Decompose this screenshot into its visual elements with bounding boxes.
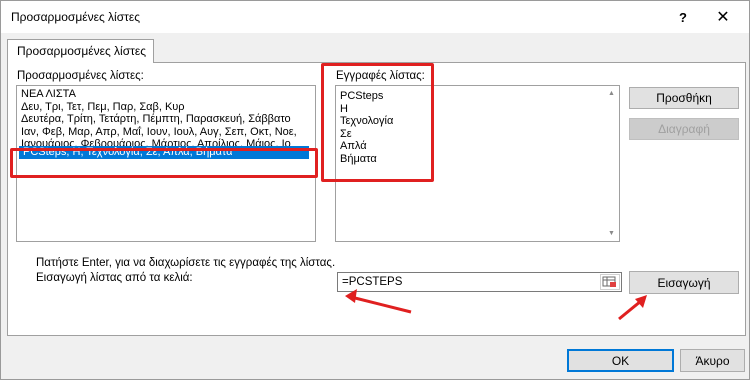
list-entries-scrollbar[interactable]: ▲ ▼ bbox=[604, 86, 619, 241]
add-button[interactable]: Προσθήκη bbox=[629, 87, 739, 109]
hint-text: Πατήστε Enter, για να διαχωρίσετε τις εγ… bbox=[36, 257, 336, 269]
chevron-down-icon[interactable]: ▼ bbox=[604, 226, 619, 241]
help-icon[interactable]: ? bbox=[665, 3, 701, 31]
list-entry: Βήματα bbox=[340, 152, 377, 165]
tab-panel: Προσαρμοσμένες λίστες: ΝΕΑ ΛΙΣΤΑ Δευ, Τρ… bbox=[7, 62, 746, 336]
range-select-icon[interactable] bbox=[600, 274, 620, 290]
list-item[interactable]: ΝΕΑ ΛΙΣΤΑ bbox=[17, 88, 315, 101]
import-range-input[interactable]: =PCSTEPS bbox=[337, 272, 622, 292]
custom-lists-label: Προσαρμοσμένες λίστες: bbox=[17, 70, 144, 82]
list-item[interactable]: Δευτέρα, Τρίτη, Τετάρτη, Πέμπτη, Παρασκε… bbox=[17, 113, 315, 126]
custom-lists-listbox[interactable]: ΝΕΑ ΛΙΣΤΑ Δευ, Τρι, Τετ, Πεμ, Παρ, Σαβ, … bbox=[16, 85, 316, 242]
chevron-up-icon[interactable]: ▲ bbox=[604, 86, 619, 101]
list-entry: PCSteps bbox=[340, 90, 384, 102]
list-item[interactable]: Δευ, Τρι, Τετ, Πεμ, Παρ, Σαβ, Κυρ bbox=[17, 101, 315, 114]
ok-button[interactable]: OK bbox=[567, 349, 674, 372]
list-entry: Απλά bbox=[340, 140, 367, 152]
import-from-cells-label: Εισαγωγή λίστας από τα κελιά: bbox=[36, 272, 193, 284]
list-entry: Σε bbox=[340, 127, 352, 140]
list-entries-label: Εγγραφές λίστας: bbox=[336, 70, 425, 82]
list-entry: Η bbox=[340, 102, 348, 115]
list-entry: Τεχνολογία bbox=[340, 115, 394, 127]
custom-lists-dialog: Προσαρμοσμένες λίστες ? ✕ Προσαρμοσμένες… bbox=[0, 0, 750, 380]
list-item-selected[interactable]: PCSteps, Η, Τεχνολογία, Σε, Απλά, Βήματα bbox=[19, 146, 309, 159]
delete-button[interactable]: Διαγραφή bbox=[629, 118, 739, 140]
title-bar: Προσαρμοσμένες λίστες ? ✕ bbox=[1, 1, 749, 33]
import-button[interactable]: Εισαγωγή bbox=[629, 271, 739, 294]
list-entries-textbox[interactable]: PCSteps Η Τεχνολογία Σε Απλά Βήματα ▲ ▼ bbox=[335, 85, 620, 242]
window-title: Προσαρμοσμένες λίστες bbox=[11, 10, 141, 24]
close-icon[interactable]: ✕ bbox=[705, 3, 741, 31]
list-item[interactable]: Ιαν, Φεβ, Μαρ, Απρ, Μαΐ, Ιουν, Ιουλ, Αυγ… bbox=[17, 126, 315, 139]
list-item[interactable]: Ιανουάριος, Φεβρουάριος, Μάρτιος, Απρίλι… bbox=[17, 138, 315, 146]
tab-custom-lists[interactable]: Προσαρμοσμένες λίστες bbox=[7, 39, 154, 63]
cancel-button[interactable]: Άκυρο bbox=[680, 349, 745, 372]
